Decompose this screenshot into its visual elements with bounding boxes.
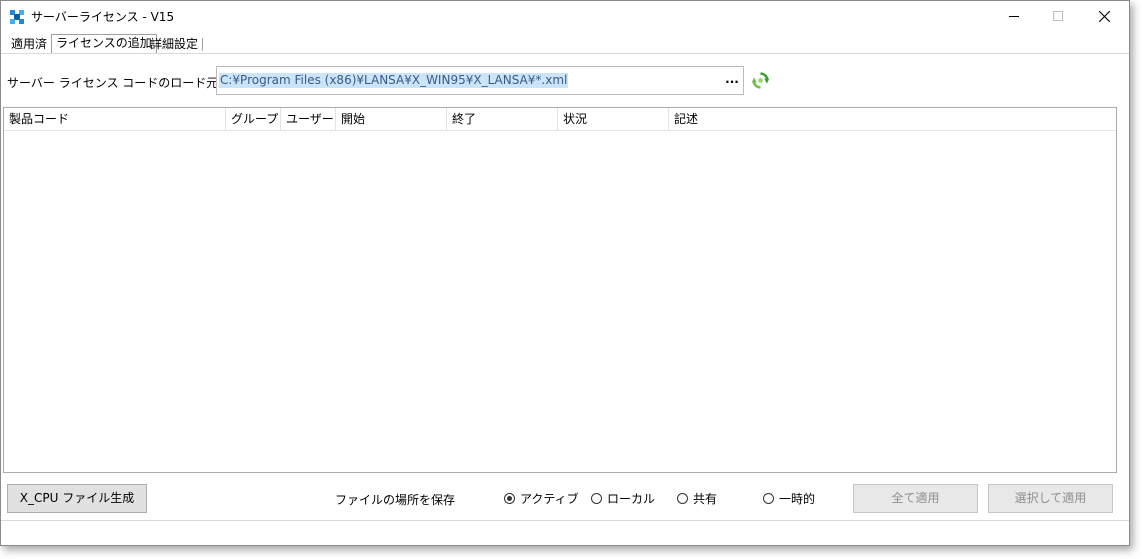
radio-temporary-label: 一時的 <box>779 491 816 506</box>
title-bar[interactable]: サーバーライセンス - V15 <box>1 1 1129 33</box>
tab-advanced-settings[interactable]: 詳細設定 <box>146 35 202 53</box>
refresh-icon[interactable] <box>752 72 769 89</box>
apply-selected-button[interactable]: 選択して適用 <box>988 484 1113 513</box>
apply-all-button[interactable]: 全て適用 <box>853 484 978 513</box>
load-source-label: サーバー ライセンス コードのロード元 <box>7 76 219 90</box>
radio-shared[interactable]: 共有 <box>677 490 717 506</box>
load-source-input[interactable]: C:¥Program Files (x86)¥LANSA¥X_WIN95¥X_L… <box>216 66 744 95</box>
tab-divider <box>1 53 1129 54</box>
radio-temporary-indicator <box>763 492 774 504</box>
window-title: サーバーライセンス - V15 <box>31 10 175 24</box>
close-icon <box>1098 10 1110 22</box>
radio-active[interactable]: アクティブ <box>504 490 579 506</box>
maximize-icon <box>1053 11 1063 21</box>
column-description[interactable]: 記述 <box>669 108 1116 130</box>
radio-temporary[interactable]: 一時的 <box>763 490 815 506</box>
radio-active-indicator <box>504 492 515 504</box>
maximize-button[interactable] <box>1035 1 1081 31</box>
tab-add-license[interactable]: ライセンスの追加 <box>51 34 157 54</box>
column-start[interactable]: 開始 <box>336 108 447 130</box>
minimize-button[interactable] <box>991 1 1037 31</box>
app-icon <box>10 10 24 24</box>
radio-local-indicator <box>591 492 602 504</box>
browse-button[interactable]: ... <box>725 72 739 88</box>
save-location-label: ファイルの場所を保存 <box>335 493 456 507</box>
server-license-window: サーバーライセンス - V15 適用済 ライセンスの追加 詳細設定 サーバー ラ… <box>0 0 1130 546</box>
load-source-value: C:¥Program Files (x86)¥LANSA¥X_WIN95¥X_L… <box>219 73 569 88</box>
radio-local-label: ローカル <box>607 491 656 506</box>
column-product-code[interactable]: 製品コード <box>4 108 226 130</box>
radio-active-label: アクティブ <box>520 491 579 506</box>
column-status[interactable]: 状況 <box>558 108 669 130</box>
radio-local[interactable]: ローカル <box>591 490 655 506</box>
grid-header: 製品コード グループ ユーザー... 開始 終了 状況 記述 <box>4 108 1116 131</box>
tab-applied[interactable]: 適用済 <box>7 35 51 53</box>
close-button[interactable] <box>1081 1 1127 31</box>
tab-separator <box>202 38 203 51</box>
radio-shared-label: 共有 <box>693 491 718 506</box>
generate-xcpu-file-button[interactable]: X_CPU ファイル生成 <box>7 484 147 513</box>
minimize-icon <box>1009 16 1019 17</box>
column-group[interactable]: グループ <box>226 108 281 130</box>
column-end[interactable]: 終了 <box>447 108 558 130</box>
column-users[interactable]: ユーザー... <box>281 108 336 130</box>
license-grid[interactable]: 製品コード グループ ユーザー... 開始 終了 状況 記述 <box>3 107 1117 473</box>
status-bar-divider <box>1 520 1129 521</box>
radio-shared-indicator <box>677 492 688 504</box>
